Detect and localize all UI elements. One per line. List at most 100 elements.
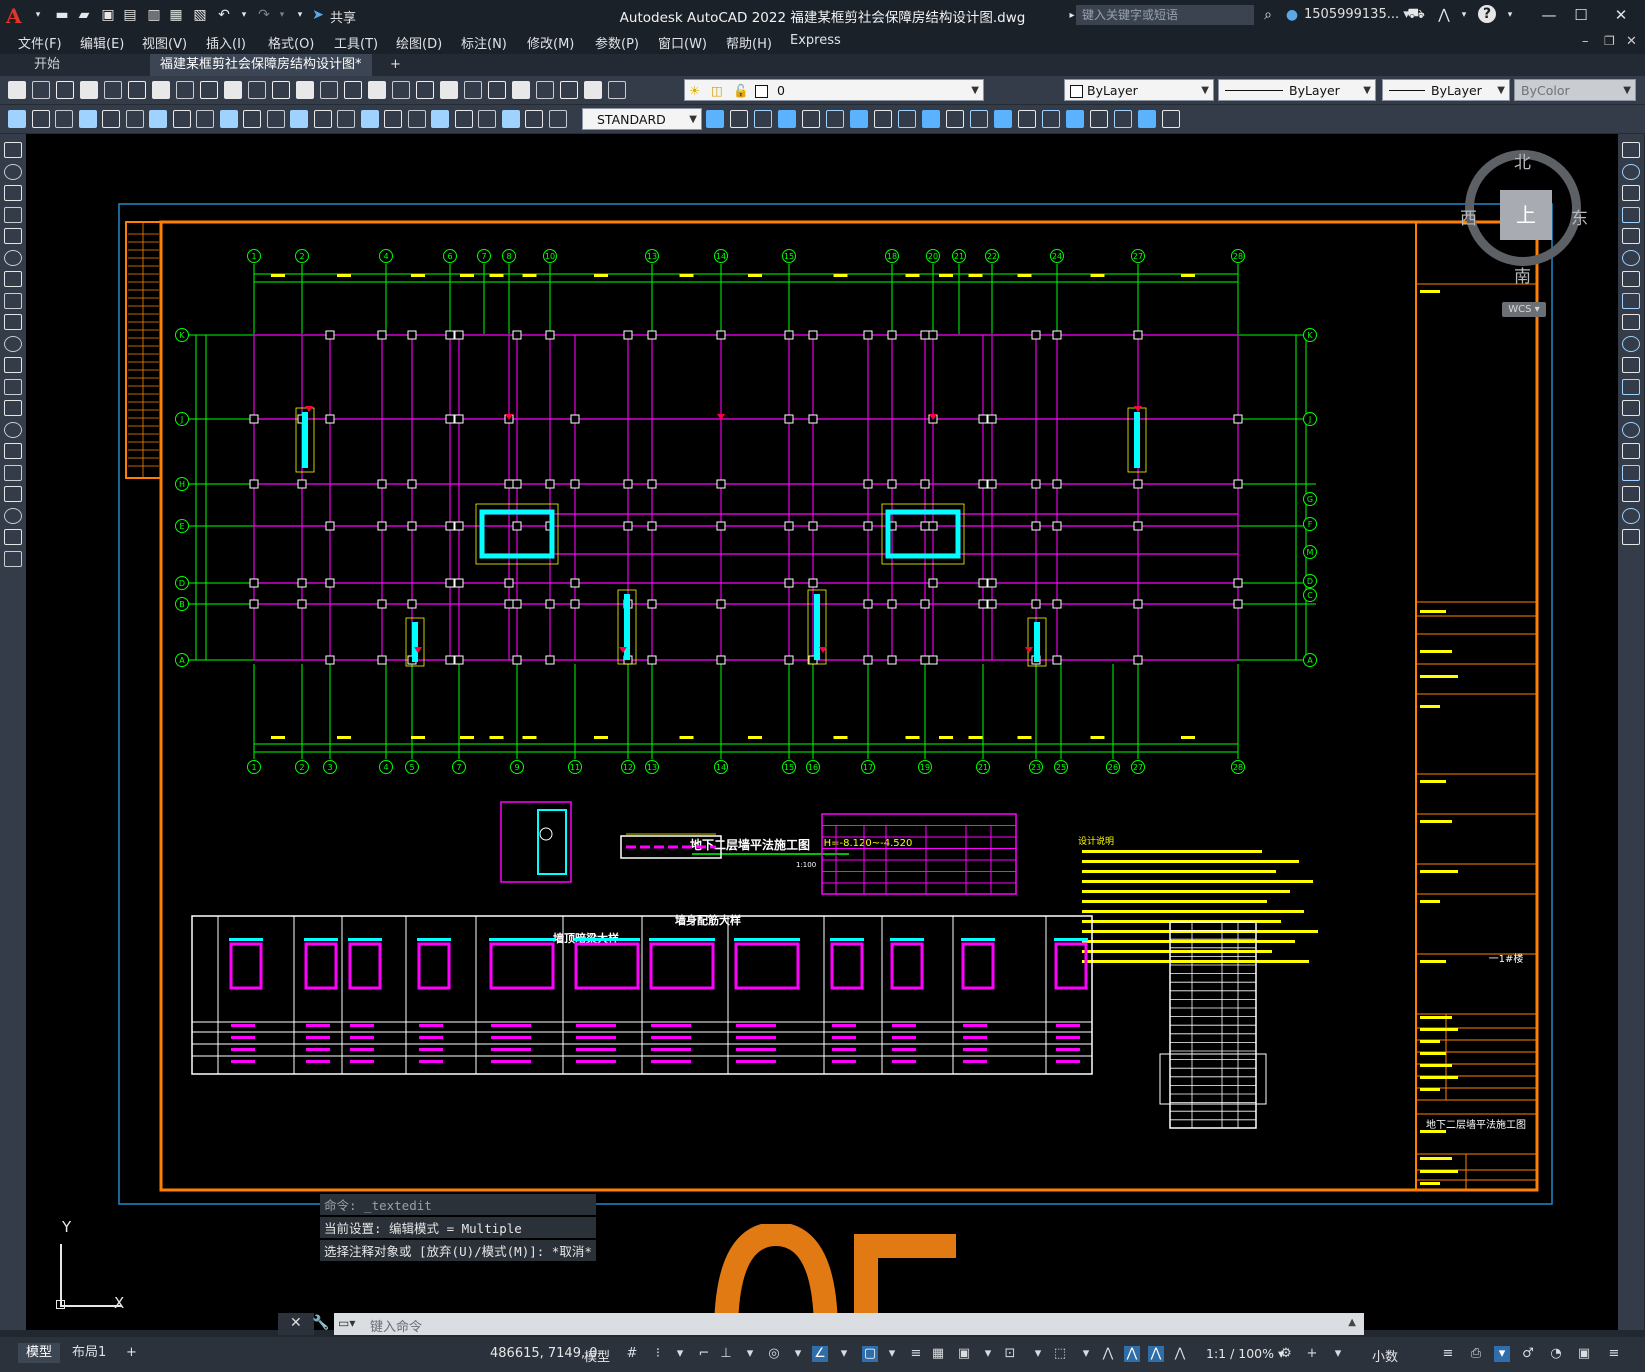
side-tool-icon[interactable]	[4, 421, 22, 438]
side-tool-icon[interactable]	[4, 314, 22, 330]
status-toggle-icon[interactable]: ▾	[836, 1346, 852, 1362]
side-tool-icon[interactable]	[1622, 314, 1640, 330]
minimize-icon[interactable]: —	[1533, 4, 1565, 26]
toolbar-tool-icon[interactable]	[1018, 110, 1036, 128]
menu-tools[interactable]: 工具(T)	[334, 33, 378, 52]
autocad-logo[interactable]: A	[6, 4, 28, 28]
side-tool-icon[interactable]	[4, 206, 22, 223]
menu-express[interactable]: Express	[790, 33, 841, 48]
side-tool-icon[interactable]	[4, 443, 22, 459]
toolbar-tool-icon[interactable]	[826, 110, 844, 128]
status-toggle-icon[interactable]: ⊥	[718, 1346, 734, 1362]
side-tool-icon[interactable]	[1622, 507, 1640, 524]
command-close-icon[interactable]: ✕	[290, 1315, 302, 1331]
toolbar-tool-icon[interactable]	[454, 110, 473, 128]
toolbar-tool-icon[interactable]	[802, 110, 820, 128]
menu-help[interactable]: 帮助(H)	[726, 33, 772, 52]
toolbar-tool-icon[interactable]	[196, 110, 214, 128]
status-toggle-icon[interactable]: ◎	[766, 1346, 782, 1362]
toolbar-tool-icon[interactable]	[850, 110, 868, 128]
color-combo[interactable]: ByLayer ▼	[1064, 79, 1214, 101]
undo-dropdown-icon[interactable]: ▾	[234, 5, 254, 25]
menu-window[interactable]: 窗口(W)	[658, 33, 707, 52]
side-tool-icon[interactable]	[1622, 335, 1640, 352]
side-tool-icon[interactable]	[4, 249, 22, 266]
side-tool-icon[interactable]	[4, 378, 22, 395]
viewcube-north[interactable]: 北	[1514, 148, 1531, 173]
status-toggle-icon[interactable]: ▾	[884, 1346, 900, 1362]
toolbar-tool-icon[interactable]	[1066, 110, 1084, 128]
toolbar-tool-icon[interactable]	[874, 110, 892, 128]
command-recent-icon[interactable]: ▲	[1348, 1317, 1356, 1328]
new-file-icon[interactable]: ▬	[52, 5, 72, 25]
status-toggle-icon[interactable]: ▾	[980, 1346, 996, 1362]
side-tool-icon[interactable]	[1622, 249, 1640, 266]
menu-modify[interactable]: 修改(M)	[527, 33, 574, 52]
toolbar-tool-icon[interactable]	[80, 81, 98, 99]
toolbar-tool-icon[interactable]	[1162, 110, 1180, 128]
menu-format[interactable]: 格式(O)	[268, 33, 314, 52]
close-window-icon[interactable]: ✕	[1605, 4, 1637, 26]
viewcube-top-face[interactable]: 上	[1500, 190, 1552, 240]
menu-draw[interactable]: 绘图(D)	[396, 33, 442, 52]
toolbar-tool-icon[interactable]	[416, 81, 434, 99]
toolbar-tool-icon[interactable]	[296, 81, 314, 99]
status-toggle-icon[interactable]: ▾	[742, 1346, 758, 1362]
menu-dimension[interactable]: 标注(N)	[461, 33, 507, 52]
toolbar-tool-icon[interactable]	[55, 110, 73, 128]
status-toggle-icon[interactable]: ◔	[1548, 1346, 1564, 1362]
viewcube-east[interactable]: 东	[1571, 204, 1588, 229]
status-toggle-icon[interactable]: ▣	[1576, 1346, 1592, 1362]
command-input[interactable]: ▭▾ 键入命令 ▲	[334, 1313, 1364, 1335]
status-toggle-icon[interactable]: ⁝	[650, 1346, 666, 1362]
viewcube-south[interactable]: 南	[1514, 262, 1531, 287]
side-tool-icon[interactable]	[4, 292, 22, 309]
help-dropdown-icon[interactable]: ▾	[1500, 5, 1520, 25]
toolbar-tool-icon[interactable]	[248, 81, 266, 99]
status-toggle-icon[interactable]: ♂	[1520, 1346, 1536, 1362]
toolbar-tool-icon[interactable]	[730, 110, 748, 128]
toolbar-tool-icon[interactable]	[313, 110, 332, 128]
toolbar-tool-icon[interactable]	[970, 110, 988, 128]
web-icon[interactable]: ▦	[166, 5, 186, 25]
status-toggle-icon[interactable]: ∠	[812, 1346, 828, 1362]
toolbar-tool-icon[interactable]	[512, 81, 530, 99]
app-dropdown-icon[interactable]: ▾	[1454, 5, 1474, 25]
toolbar-tool-icon[interactable]	[125, 110, 144, 128]
share-icon[interactable]: ➤	[308, 5, 328, 25]
toolbar-tool-icon[interactable]	[1042, 110, 1060, 128]
toolbar-tool-icon[interactable]	[584, 81, 602, 99]
toolbar-tool-icon[interactable]	[706, 110, 724, 128]
status-toggle-icon[interactable]: ≡	[1440, 1346, 1456, 1362]
status-toggle-icon[interactable]: ⌐	[696, 1346, 712, 1362]
status-toggle-icon[interactable]: ⎙	[1468, 1346, 1484, 1362]
tab-active-drawing[interactable]: 福建某框剪社会保障房结构设计图* ✕	[150, 54, 372, 94]
status-toggle-icon[interactable]: ▾	[790, 1346, 806, 1362]
side-tool-icon[interactable]	[4, 335, 22, 352]
side-tool-icon[interactable]	[4, 550, 22, 567]
side-tool-icon[interactable]	[4, 464, 22, 481]
toolbar-tool-icon[interactable]	[320, 81, 338, 99]
linetype-combo[interactable]: ByLayer ▼	[1218, 79, 1376, 101]
toolbar-tool-icon[interactable]	[525, 110, 543, 128]
side-tool-icon[interactable]	[1622, 271, 1640, 287]
menu-edit[interactable]: 编辑(E)	[80, 33, 124, 52]
toolbar-tool-icon[interactable]	[608, 81, 626, 99]
model-space-toggle[interactable]: 模型	[584, 1346, 610, 1365]
toolbar-tool-icon[interactable]	[922, 110, 940, 128]
status-toggle-icon[interactable]: ⊡	[1002, 1346, 1018, 1362]
doc-close-icon[interactable]: ✕	[1626, 34, 1637, 49]
toolbar-tool-icon[interactable]	[149, 110, 167, 128]
status-toggle-icon[interactable]: ≡	[908, 1346, 924, 1362]
lineweight-combo[interactable]: ByLayer ▼	[1382, 79, 1510, 101]
toolbar-tool-icon[interactable]	[56, 81, 74, 99]
open-file-icon[interactable]: ▰	[74, 5, 94, 25]
toolbar-tool-icon[interactable]	[548, 110, 567, 128]
tab-add-icon[interactable]: +	[380, 54, 411, 76]
toolbar-tool-icon[interactable]	[778, 110, 796, 128]
menu-insert[interactable]: 插入(I)	[206, 33, 246, 52]
status-toggle-icon[interactable]: ⋀	[1100, 1346, 1116, 1362]
toolbar-tool-icon[interactable]	[478, 110, 496, 128]
status-toggle-icon[interactable]: ▾	[1330, 1346, 1346, 1362]
publish-icon[interactable]: ▥	[144, 5, 164, 25]
